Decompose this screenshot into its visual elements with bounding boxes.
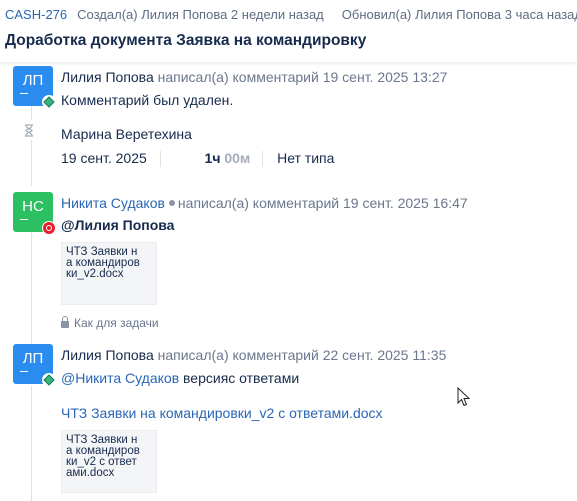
mention[interactable]: @Лилия Попова [61,217,174,233]
divider [159,151,161,168]
issue-header: CASH-276 Создал(а) Лилия Попова 2 недели … [0,0,577,62]
issue-meta: CASH-276 Создал(а) Лилия Попова 2 недели … [5,7,577,22]
comment-action: написал(а) комментарий 22 сент. 2025 11:… [157,347,447,363]
avatar[interactable]: НС [13,192,56,235]
hourglass-icon [24,124,34,140]
avatar[interactable]: ЛП [13,344,56,387]
comment-text: версияс ответами [183,370,300,386]
comment-header: Никита Судаков написал(а) комментарий 19 … [61,195,468,211]
mouse-cursor-icon [457,387,471,407]
timeline-connector [31,386,32,501]
divider [262,151,264,168]
worklog-author[interactable]: Марина Веретехина [61,126,192,142]
timeline-connector [31,140,32,186]
activity-timeline: ЛП Лилия Попова написал(а) комментарий 1… [0,62,577,501]
worklog-type: Нет типа [277,150,335,166]
comment-header: Лилия Попова написал(а) комментарий 19 с… [61,69,447,85]
comment-author[interactable]: Лилия Попова [61,347,154,363]
timeline-connector [31,232,32,344]
comment-action: написал(а) комментарий 19 сент. 2025 16:… [177,195,468,211]
worklog-details: 19 сент. 2025 1ч 00м Нет типа [61,150,335,168]
opsgenie-icon [42,221,56,235]
status-dot [168,200,175,207]
issue-key-link[interactable]: CASH-276 [5,7,67,22]
issue-title: Доработка документа Заявка на командиров… [5,32,367,49]
worklog-hours: 1ч [204,150,221,166]
jira-diamond-icon [42,373,56,387]
attachment-thumbnail[interactable]: ЧТЗ Заявки н а командиров ки_v2.docx [61,242,157,305]
worklog-minutes: 00м [224,150,251,166]
attachment-thumbnail[interactable]: ЧТЗ Заявки н а командиров ки_v2 с ответ … [61,430,157,493]
lock-icon [61,316,69,328]
worklog-date: 19 сент. 2025 [61,150,147,166]
updated-info: Обновил(а) Лилия Попова 3 часа назад [341,7,577,22]
created-info: Создал(а) Лилия Попова 2 недели назад [77,7,324,22]
comment-author[interactable]: Лилия Попова [61,69,154,85]
comment-body: @Никита Судаков версияс ответами [61,370,299,386]
mention[interactable]: @Никита Судаков [61,370,179,386]
comment-body: Комментарий был удален. [61,92,234,108]
visibility-restriction: Как для задачи [61,316,159,330]
comment-author[interactable]: Никита Судаков [61,195,165,211]
comment-header: Лилия Попова написал(а) комментарий 22 с… [61,347,446,363]
timeline-connector [31,106,32,120]
jira-diamond-icon [42,95,56,109]
avatar[interactable]: ЛП [13,66,56,109]
attachment-link[interactable]: ЧТЗ Заявки на командировки_v2 с ответами… [61,405,383,421]
comment-action: написал(а) комментарий 19 сент. 2025 13:… [157,69,448,85]
